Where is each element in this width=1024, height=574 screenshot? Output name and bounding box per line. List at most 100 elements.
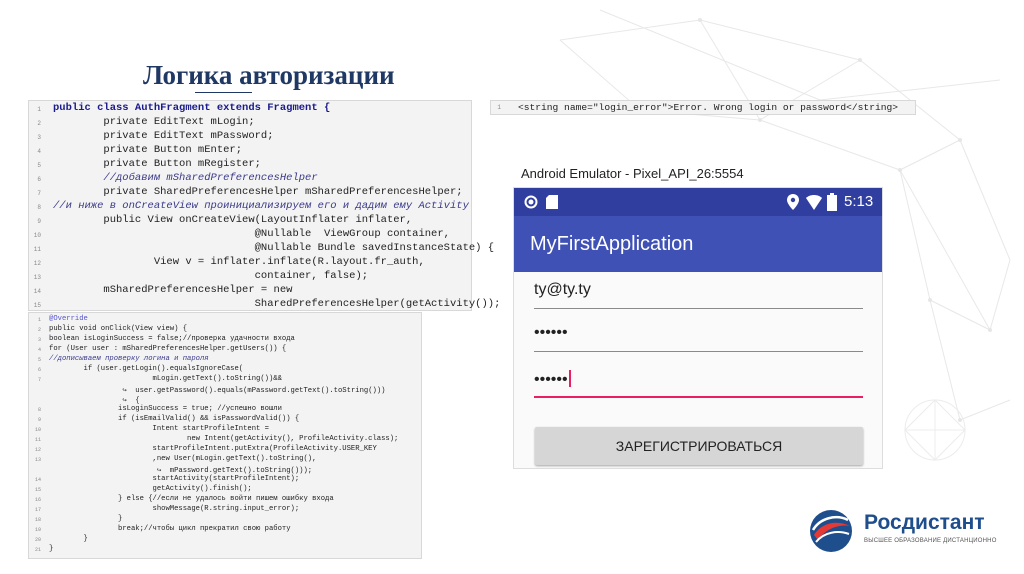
line-number: 8 — [37, 204, 41, 211]
wifi-icon — [806, 195, 822, 210]
location-icon — [787, 194, 799, 210]
line-number: 15 — [33, 302, 41, 309]
code-block-auth-fragment: 1 2 3 4 5 6 7 8 9 10 11 12 13 14 15 publ… — [28, 100, 500, 311]
code-line: public void onClick(View view) { — [49, 325, 188, 333]
line-number: 6 — [37, 367, 41, 373]
line-number: 9 — [37, 417, 41, 423]
line-number: 2 — [37, 327, 41, 333]
register-button[interactable]: ЗАРЕГИСТРИРОВАТЬСЯ — [535, 427, 863, 465]
code-line: if (isEmailValid() && isPasswordValid())… — [49, 415, 300, 423]
code-line: @Nullable Bundle savedInstanceState) { — [53, 242, 495, 254]
password-value: •••••• — [534, 324, 568, 341]
line-number: 11 — [33, 246, 41, 253]
code-line: public View onCreateView(LayoutInflater … — [53, 214, 413, 226]
emulator-window-title: Android Emulator - Pixel_API_26:5554 — [521, 166, 744, 181]
line-number: 20 — [34, 537, 41, 543]
status-time: 5:13 — [844, 193, 874, 210]
code-line: private EditText mLogin; — [53, 116, 255, 128]
field-underline-focused — [534, 396, 863, 398]
code-line: if (user.getLogin().equalsIgnoreCase( — [49, 365, 244, 373]
line-number: 13 — [34, 457, 41, 463]
line-number: 12 — [34, 447, 41, 453]
circle-icon — [524, 195, 538, 209]
code-line: } — [49, 515, 123, 523]
line-number: 4 — [37, 148, 41, 155]
code-line: private EditText mPassword; — [53, 130, 274, 142]
password-repeat-field[interactable]: •••••• — [534, 368, 863, 398]
code-line: ↪ user.getPassword().equals(mPassword.ge… — [49, 387, 386, 395]
app-bar: MyFirstApplication — [514, 216, 882, 272]
code-line: ↪ mPassword.getText().toString())); — [49, 467, 313, 475]
line-number: 1 — [37, 106, 41, 113]
line-number: 3 — [37, 134, 41, 141]
login-value: ty@ty.ty — [534, 281, 591, 298]
line-number: 14 — [34, 477, 41, 483]
line-number: 1 — [497, 104, 501, 111]
title-underline — [195, 92, 252, 93]
status-bar: 5:13 — [514, 188, 882, 216]
app-title: MyFirstApplication — [530, 233, 694, 255]
line-number: 8 — [37, 407, 41, 413]
code-line: startActivity(startProfileIntent); — [49, 475, 300, 483]
text-cursor — [568, 370, 571, 387]
code-line: ,new User(mLogin.getText().toString(), — [49, 455, 317, 463]
line-number: 12 — [33, 260, 41, 267]
line-number: 14 — [33, 288, 41, 295]
line-number: 16 — [34, 497, 41, 503]
sd-card-icon — [546, 195, 558, 209]
code-line: Intent startProfileIntent = — [49, 425, 269, 433]
line-number: 5 — [37, 357, 41, 363]
logo-name: Росдистант — [864, 511, 985, 534]
code-line: startProfileIntent.putExtra(ProfileActiv… — [49, 445, 377, 453]
code-line: } — [49, 535, 88, 543]
code-line: private Button mRegister; — [53, 158, 261, 170]
line-number: 15 — [34, 487, 41, 493]
code-line: @Nullable ViewGroup container, — [53, 228, 450, 240]
code-line: container, false); — [53, 270, 369, 282]
code-line: } else {//если не удалось войти пишем ош… — [49, 495, 334, 503]
password-field[interactable]: •••••• — [534, 322, 863, 352]
line-number: 4 — [37, 347, 41, 353]
line-number: 17 — [34, 507, 41, 513]
line-number: 10 — [34, 427, 41, 433]
password-repeat-content: •••••• — [534, 370, 571, 389]
line-number: 7 — [37, 377, 41, 383]
code-line: private SharedPreferencesHelper mSharedP… — [53, 186, 463, 198]
line-number: 11 — [34, 437, 41, 443]
code-line: mLogin.getText().toString())&& — [49, 375, 282, 383]
line-number: 7 — [37, 190, 41, 197]
field-underline — [534, 351, 863, 352]
code-line: SharedPreferencesHelper(getActivity()); — [53, 298, 501, 310]
code-block-strings-xml: 1 <string name="login_error">Error. Wron… — [490, 100, 916, 115]
line-number: 2 — [37, 120, 41, 127]
line-number: 1 — [37, 317, 41, 323]
code-comment: //дописываем проверку логина и пароля — [49, 355, 209, 363]
code-comment: //и ниже в onCreateView проинициализируе… — [53, 200, 469, 212]
login-field[interactable]: ty@ty.ty — [534, 279, 863, 309]
code-block-onclick: 1 2 3 4 5 6 7 8 9 10 11 12 13 14 15 16 1… — [28, 312, 422, 559]
code-comment: //добавим mSharedPreferencesHelper — [53, 172, 318, 184]
line-number: 9 — [37, 218, 41, 225]
battery-icon — [827, 193, 837, 211]
logo-tagline: ВЫСШЕЕ ОБРАЗОВАНИЕ ДИСТАНЦИОННО — [864, 538, 997, 544]
line-number: 18 — [34, 517, 41, 523]
code-line: <string name="login_error">Error. Wrong … — [518, 102, 898, 113]
line-number: 21 — [34, 547, 41, 553]
code-line: break;//чтобы цикл прекратил свою работу — [49, 525, 291, 533]
field-underline — [534, 308, 863, 309]
code-line: } — [49, 545, 54, 553]
code-line: isLoginSuccess = true; //успешно вошли — [49, 405, 282, 413]
logo-icon — [810, 510, 852, 552]
register-button-label: ЗАРЕГИСТРИРОВАТЬСЯ — [615, 438, 783, 454]
code-line: private Button mEnter; — [53, 144, 243, 156]
line-number: 19 — [34, 527, 41, 533]
slide-title: Логика авторизации — [143, 60, 395, 90]
line-number: 10 — [33, 232, 41, 239]
code-line: mSharedPreferencesHelper = new — [53, 284, 293, 296]
emulator-screen: 5:13 MyFirstApplication ty@ty.ty •••••• … — [513, 187, 883, 469]
code-line: getActivity().finish(); — [49, 485, 252, 493]
line-number: 6 — [37, 176, 41, 183]
code-line: showMessage(R.string.input_error); — [49, 505, 300, 513]
code-annotation: @Override — [49, 315, 88, 323]
line-number: 13 — [33, 274, 41, 281]
